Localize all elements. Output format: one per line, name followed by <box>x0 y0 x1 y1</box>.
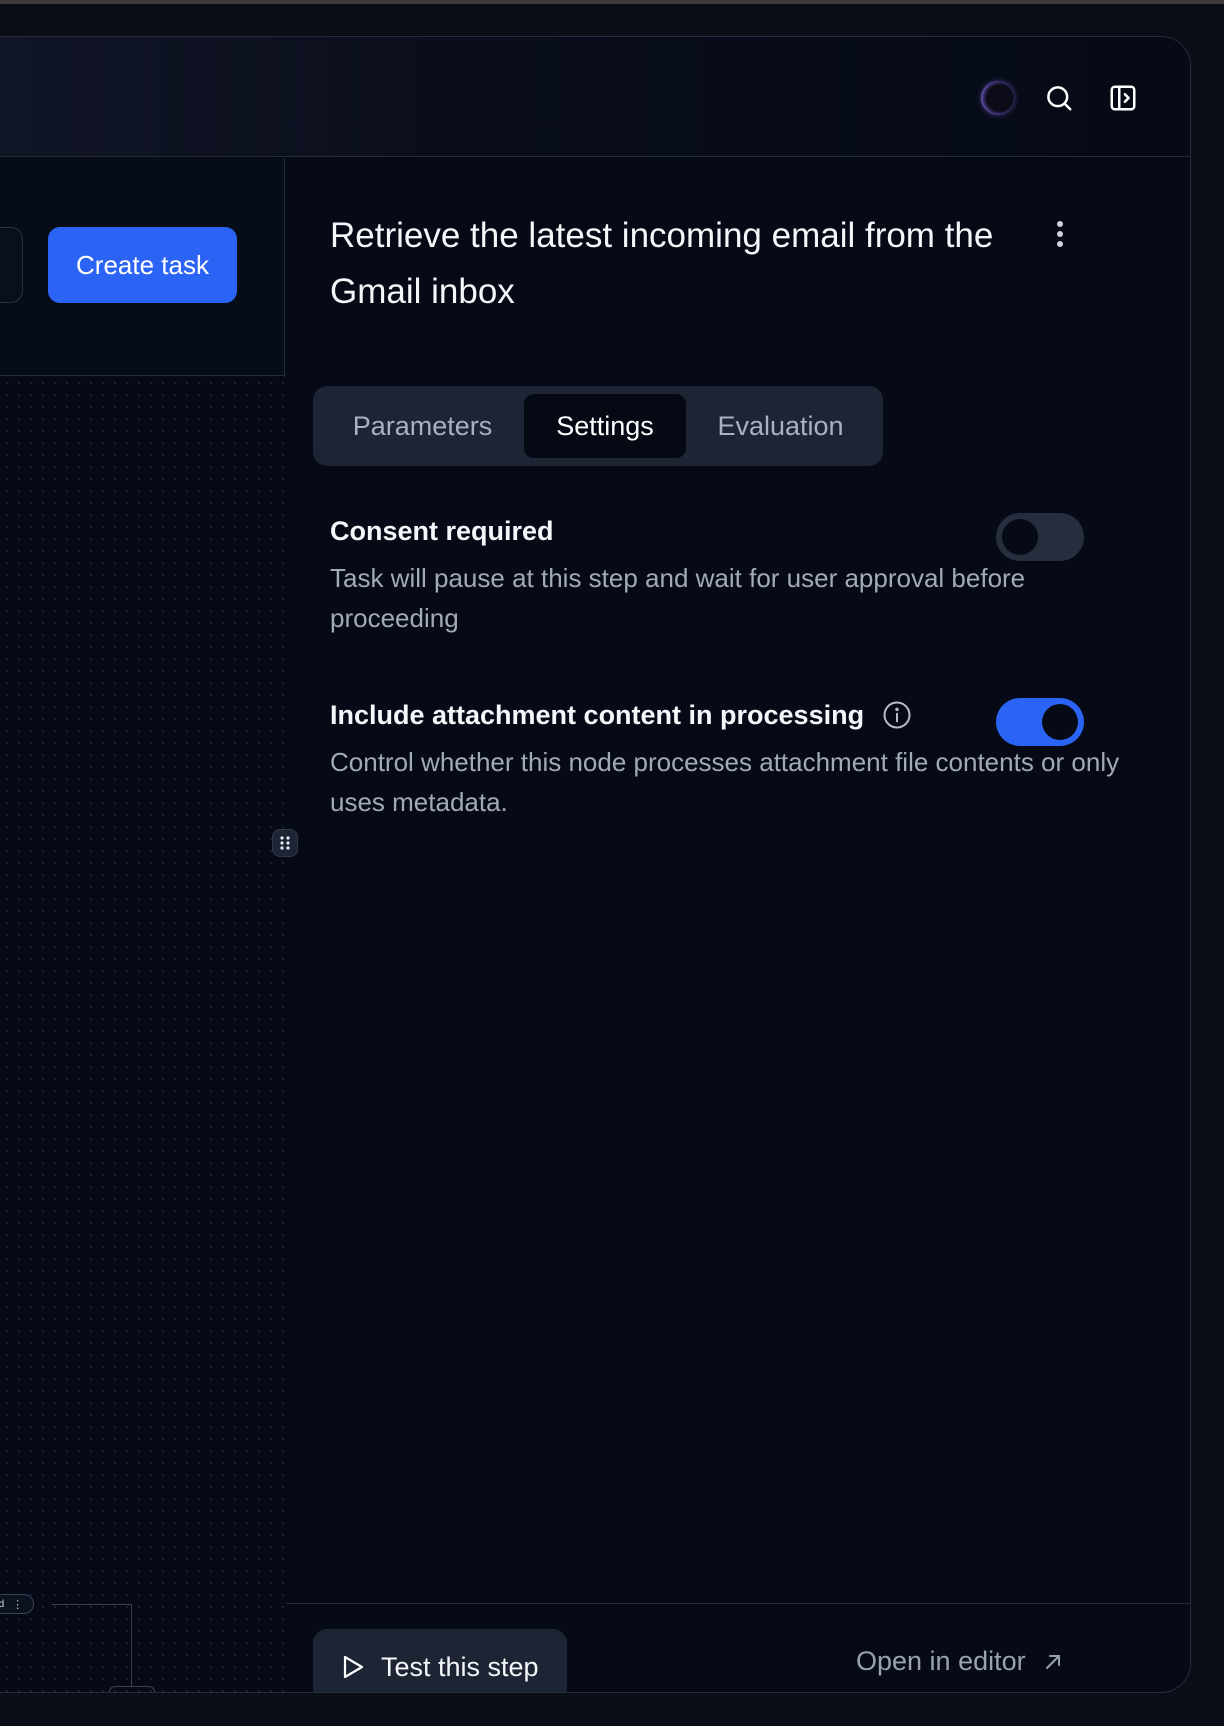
top-bar <box>0 37 1190 157</box>
workflow-header: Create task <box>0 158 284 376</box>
workflow-node-label: nvalid <box>0 1599 4 1610</box>
node-more-icon[interactable]: ⋮ <box>12 1598 23 1611</box>
open-in-editor-link[interactable]: Open in editor <box>856 1646 1062 1677</box>
info-icon[interactable] <box>882 700 912 730</box>
avatar-orb[interactable] <box>981 81 1015 115</box>
include-attachment-toggle[interactable] <box>996 698 1084 746</box>
step-detail-panel: Retrieve the latest incoming email from … <box>286 158 1190 1692</box>
sidebar-toggle-icon <box>1110 85 1136 111</box>
setting-description: Control whether this node processes atta… <box>330 747 1120 817</box>
search-button[interactable] <box>1041 80 1077 116</box>
search-icon <box>1047 86 1072 111</box>
more-vertical-icon <box>1057 221 1063 247</box>
create-task-button[interactable]: Create task <box>48 227 237 303</box>
setting-label: Include attachment content in processing <box>330 700 865 730</box>
test-step-label: Test this step <box>381 1651 539 1682</box>
setting-label: Consent required <box>330 516 554 546</box>
panel-tabs: Parameters Settings Evaluation <box>313 386 883 466</box>
toggle-knob <box>1002 519 1038 555</box>
panel-footer: Test this step Open in editor <box>286 1603 1190 1692</box>
workflow-node[interactable]: nvalid ⋮ <box>0 1594 35 1614</box>
node-connector-vertical <box>131 1604 132 1686</box>
tab-parameters[interactable]: Parameters <box>321 394 524 458</box>
setting-description: Task will pause at this step and wait fo… <box>330 563 1026 633</box>
consent-required-toggle[interactable] <box>996 513 1084 561</box>
tab-settings[interactable]: Settings <box>524 394 686 458</box>
task-input[interactable] <box>0 227 23 303</box>
node-connector <box>52 1604 132 1605</box>
app-window: Create task nvalid ⋮ Retrieve the latest… <box>0 36 1191 1693</box>
test-step-button[interactable]: Test this step <box>313 1629 567 1692</box>
arrow-up-right-icon <box>1045 1654 1060 1669</box>
step-title: Retrieve the latest incoming email from … <box>330 216 994 311</box>
open-editor-label: Open in editor <box>856 1646 1026 1676</box>
screen-top-border <box>0 0 1224 4</box>
sidebar-toggle-button[interactable] <box>1105 80 1141 116</box>
toggle-knob <box>1042 704 1078 740</box>
workflow-canvas[interactable] <box>0 377 285 1692</box>
workflow-pane: Create task nvalid ⋮ <box>0 158 285 1692</box>
tab-evaluation[interactable]: Evaluation <box>686 394 875 458</box>
more-options-button[interactable] <box>1045 214 1075 254</box>
next-node-stub <box>109 1686 155 1692</box>
play-icon <box>343 1655 364 1679</box>
